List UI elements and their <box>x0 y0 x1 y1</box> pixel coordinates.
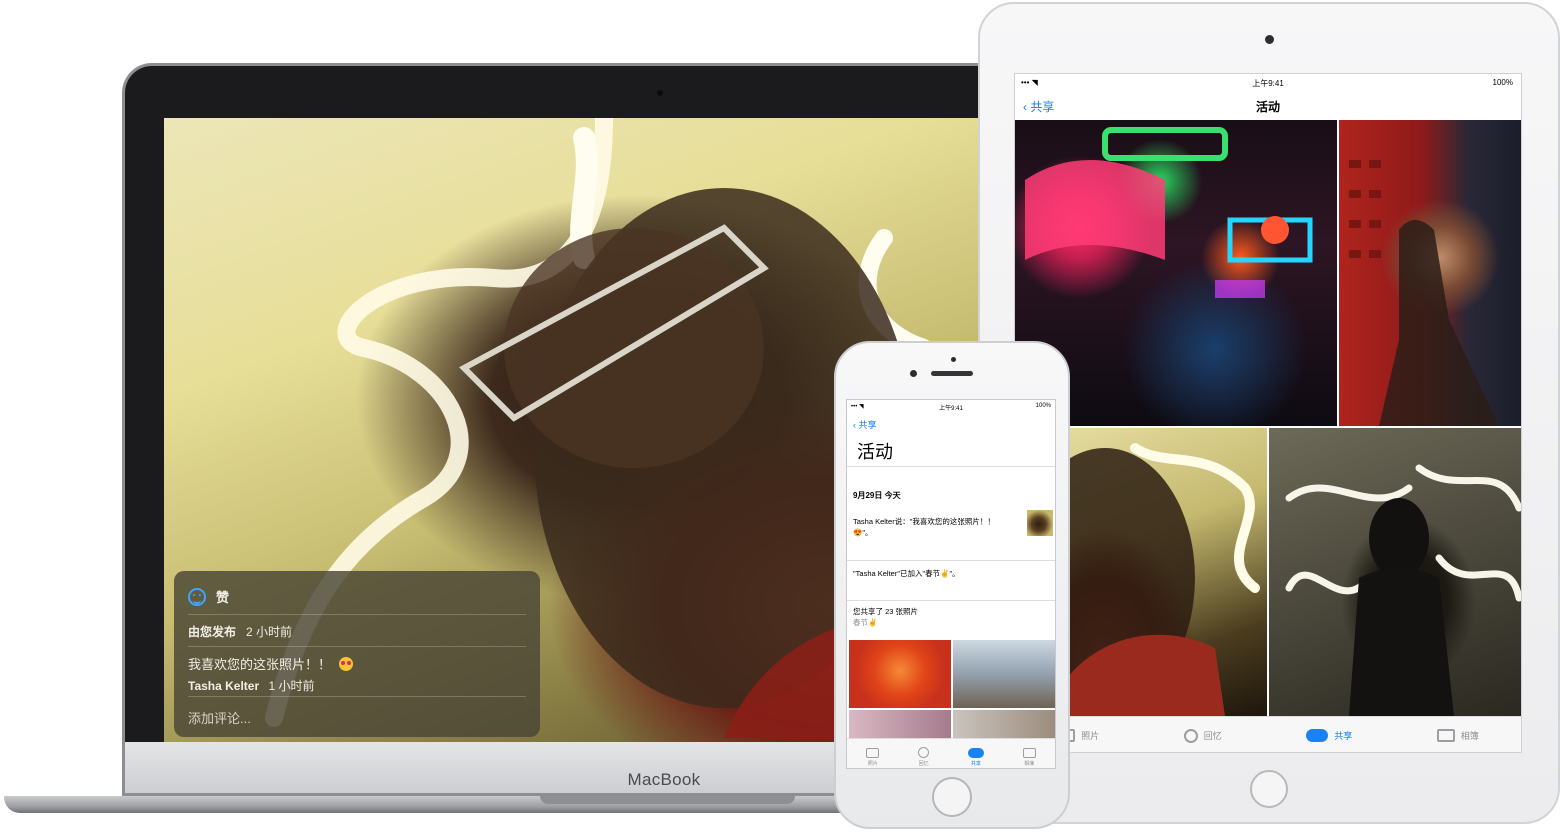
tab-memories[interactable]: 回忆 <box>1183 728 1222 743</box>
tab-label: 相簿 <box>1460 731 1479 741</box>
battery-level: 100% <box>1035 403 1051 409</box>
tab-label: 共享 <box>1334 731 1353 741</box>
photo-thumbnail[interactable] <box>1027 510 1053 536</box>
photo-tile[interactable] <box>953 710 1055 738</box>
activity-item[interactable]: "Tasha Kelter"已加入"春节✌"。 <box>853 568 960 579</box>
photo-tile[interactable] <box>953 640 1055 708</box>
activity-text: 您共享了 23 张照片 <box>853 607 919 616</box>
photo-tile[interactable] <box>849 710 951 738</box>
macbook-camera <box>656 89 664 97</box>
photo-tile[interactable] <box>1339 120 1521 426</box>
comment-text: 我喜欢您的这张照片！！ <box>188 657 332 672</box>
albums-icon <box>1436 729 1455 742</box>
tab-label: 回忆 <box>918 761 929 767</box>
like-row[interactable]: 赞 <box>188 579 526 615</box>
comment-author: Tasha Kelter <box>188 679 260 693</box>
status-time: 上午9:41 <box>939 406 963 412</box>
activity-text: Tasha Kelter说："我喜欢您的这张照片！！ <box>853 517 995 526</box>
comment-row: 我喜欢您的这张照片！！ Tasha Kelter 1 小时前 <box>188 648 526 697</box>
activity-item[interactable]: 您共享了 23 张照片 春节✌ <box>853 606 918 628</box>
tab-photos[interactable]: 照片 <box>866 748 880 767</box>
battery-level: 100% <box>1492 78 1513 87</box>
iphone-sensor <box>951 357 956 362</box>
ipad-tab-bar: 照片 回忆 共享 相簿 <box>1015 716 1521 752</box>
divider <box>847 600 1055 601</box>
tab-shared[interactable]: 共享 <box>1306 729 1352 742</box>
activity-emoji: 😍"。 <box>853 528 873 537</box>
add-comment-input[interactable]: 添加评论... <box>188 708 251 727</box>
ipad-status-bar: ••• ◥ 上午9:41 100% <box>1015 74 1521 92</box>
ipad-screen: ••• ◥ 上午9:41 100% ‹ 共享 活动 照片 回忆 共享 相簿 <box>1014 73 1522 753</box>
comment-panel: 赞 由您发布 2 小时前 我喜欢您的这张照片！！ Tasha Kelter 1 … <box>174 571 540 737</box>
macbook-notch <box>540 796 795 804</box>
like-label: 赞 <box>216 590 230 605</box>
tab-albums[interactable]: 相簿 <box>1022 748 1036 767</box>
divider <box>847 560 1055 561</box>
photo-tile[interactable] <box>1269 428 1521 716</box>
activity-subtitle: 春节✌ <box>853 618 878 627</box>
back-button[interactable]: ‹ 共享 <box>853 418 877 431</box>
tab-albums[interactable]: 相簿 <box>1436 729 1479 742</box>
tab-shared[interactable]: 共享 <box>967 748 984 767</box>
photos-icon <box>866 748 880 758</box>
memories-icon <box>918 747 930 758</box>
page-title: 活动 <box>857 442 893 462</box>
smile-icon <box>188 587 206 606</box>
date-header: 9月29日 今天 <box>853 491 901 500</box>
albums-icon <box>1022 748 1036 758</box>
shared-photos-grid <box>847 640 1055 738</box>
posted-by: 由您发布 <box>188 624 237 639</box>
device-composition: 赞 由您发布 2 小时前 我喜欢您的这张照片！！ Tasha Kelter 1 … <box>0 0 1560 840</box>
photo-grid <box>1015 120 1521 716</box>
macbook-brand-label: MacBook <box>627 770 701 789</box>
tab-label: 回忆 <box>1203 731 1222 741</box>
posted-time: 2 小时前 <box>246 624 293 639</box>
back-label: 共享 <box>858 420 877 430</box>
ipad-nav-bar: ‹ 共享 活动 <box>1015 92 1521 120</box>
cloud-icon <box>967 748 984 758</box>
activity-text: "Tasha Kelter"已加入"春节✌"。 <box>853 569 960 578</box>
status-time: 上午9:41 <box>1252 79 1284 88</box>
divider <box>847 466 1055 467</box>
tab-label: 相簿 <box>1024 761 1035 767</box>
iphone-tab-bar: 照片 回忆 共享 相簿 <box>847 738 1055 768</box>
tab-label: 照片 <box>867 761 878 767</box>
photo-tile[interactable] <box>849 640 951 708</box>
memories-icon <box>1183 728 1198 743</box>
tab-label: 共享 <box>970 761 981 767</box>
iphone-camera <box>910 370 917 377</box>
posted-row: 由您发布 2 小时前 <box>188 616 526 647</box>
ipad-home-button[interactable] <box>1250 770 1288 808</box>
iphone-speaker <box>931 371 973 376</box>
ipad-camera <box>1265 35 1274 44</box>
activity-item[interactable]: Tasha Kelter说："我喜欢您的这张照片！！ 😍"。 <box>853 516 1023 538</box>
tab-label: 照片 <box>1081 731 1100 741</box>
iphone-status-bar: ••• ◥ 上午9:41 100% <box>847 400 1055 414</box>
cloud-icon <box>1306 729 1329 742</box>
iphone-screen: ••• ◥ 上午9:41 100% ‹ 共享 活动 9月29日 今天 Tasha… <box>846 399 1056 769</box>
comment-time: 1 小时前 <box>268 679 315 693</box>
tab-memories[interactable]: 回忆 <box>918 747 930 767</box>
page-title: 活动 <box>1255 100 1280 114</box>
heart-eyes-emoji-icon <box>339 656 354 671</box>
iphone-home-button[interactable] <box>932 777 972 817</box>
